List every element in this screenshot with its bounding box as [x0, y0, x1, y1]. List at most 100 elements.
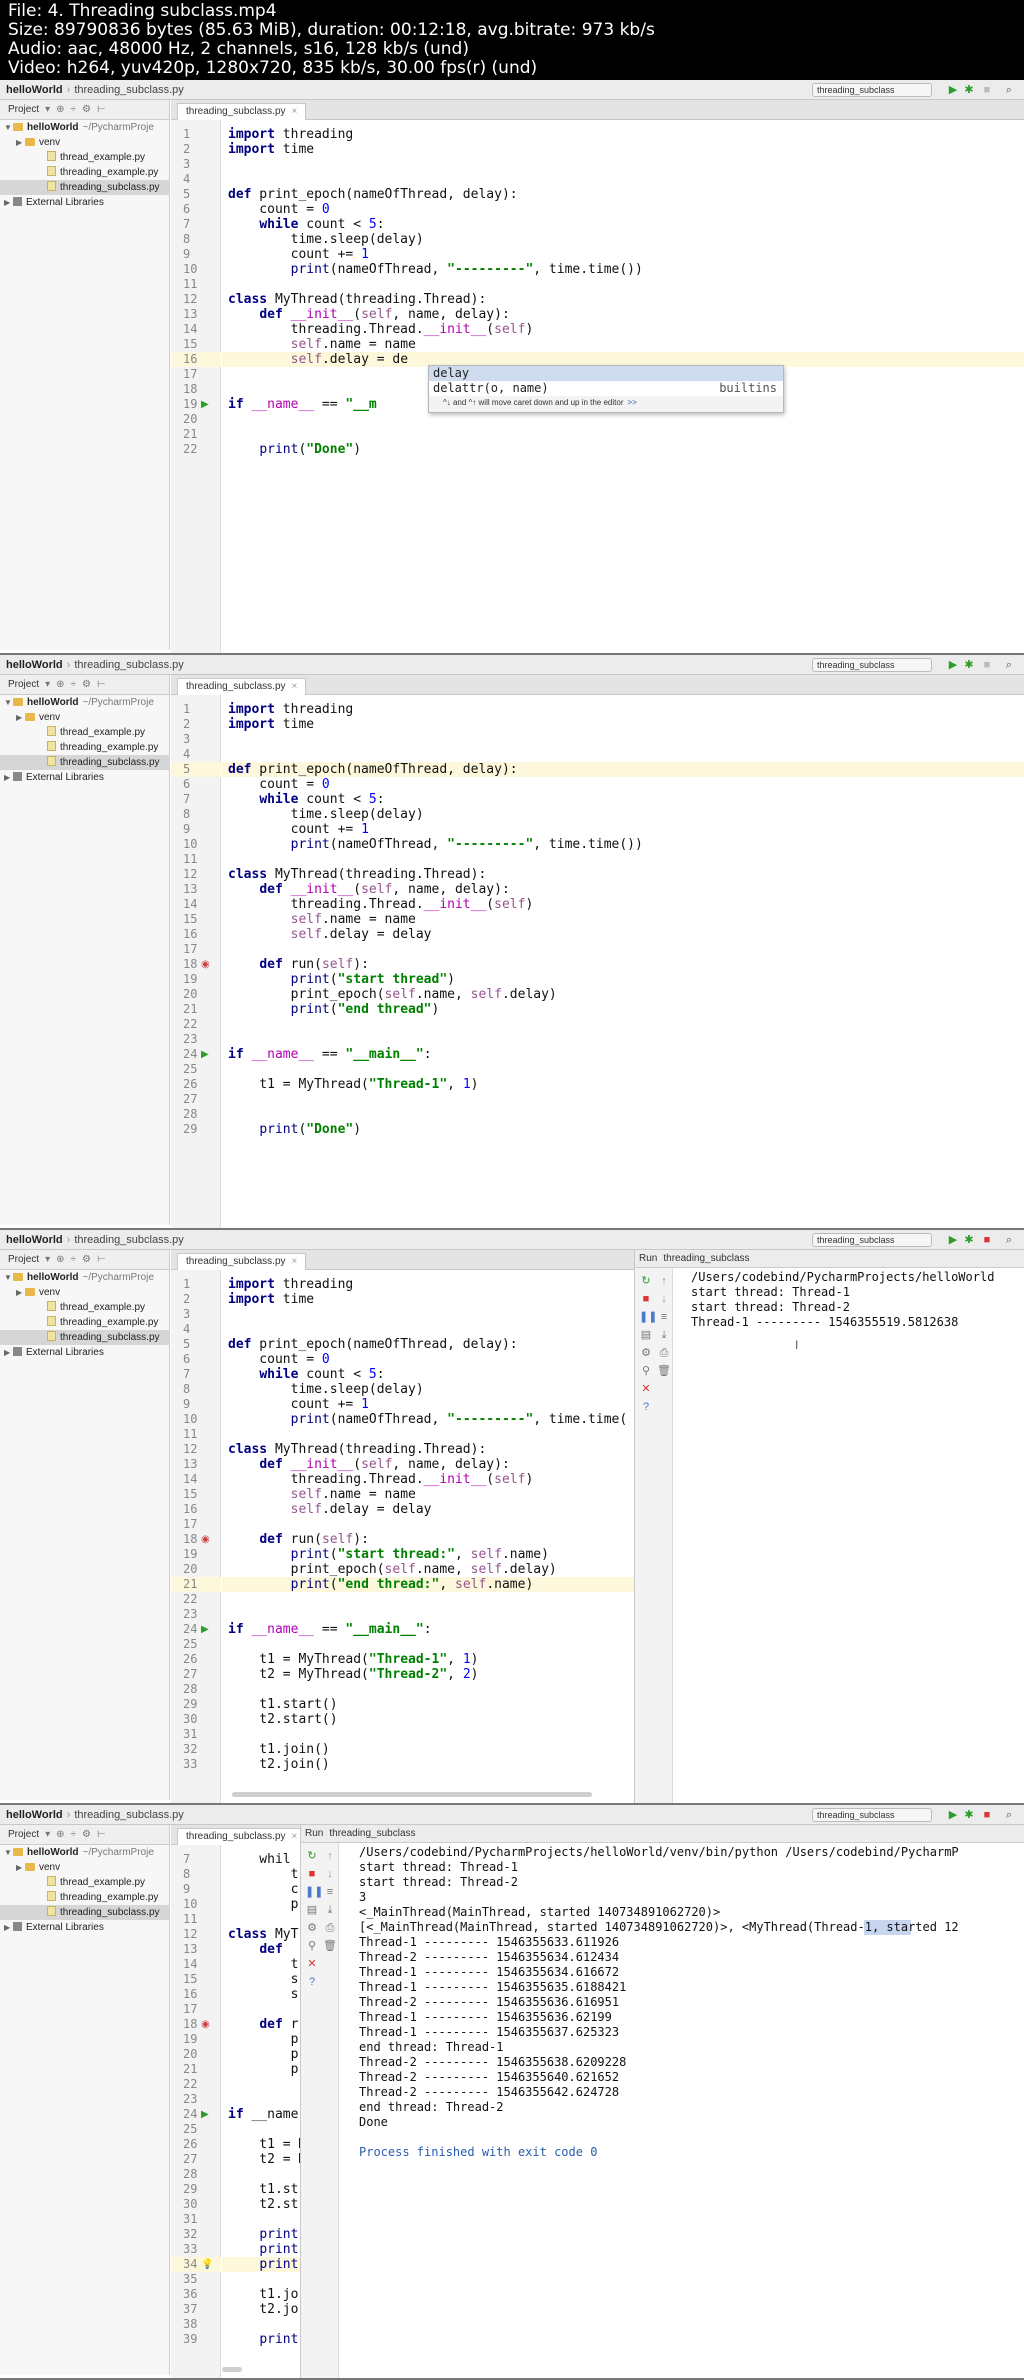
dropdown-icon[interactable]: ▾ — [45, 1829, 50, 1840]
run-icon[interactable]: ▶ — [946, 83, 960, 97]
tree-root[interactable]: ▼ helloWorld ~/PycharmProje — [0, 120, 170, 135]
rerun-icon[interactable]: ↻ — [305, 1849, 319, 1863]
soft-wrap-icon[interactable]: ≡ — [657, 1310, 671, 1324]
autocomplete-hint-link[interactable]: >> — [628, 398, 637, 407]
tree-root[interactable]: ▼ helloWorld ~/PycharmProje — [0, 695, 170, 710]
tree-item-external-libraries[interactable]: ▶ External Libraries — [0, 1345, 170, 1360]
code-editor[interactable]: import threading import time def print_epo… — [222, 1270, 634, 1803]
tree-item-venv[interactable]: ▶ venv — [0, 710, 170, 725]
expand-arrow-icon[interactable]: ▶ — [4, 770, 13, 785]
tree-item-threading-example[interactable]: threading_example.py — [0, 1315, 170, 1330]
close-tab-icon[interactable]: × — [292, 681, 298, 692]
debug-icon[interactable]: ✱ — [962, 83, 976, 97]
tree-item-venv[interactable]: ▶ venv — [0, 1860, 170, 1875]
scroll-up-icon[interactable]: ↑ — [657, 1274, 671, 1288]
rerun-icon[interactable]: ↻ — [639, 1274, 653, 1288]
run-gutter-icon[interactable]: ▶ — [201, 1622, 209, 1637]
tree-item-threading-subclass[interactable]: threading_subclass.py — [0, 1905, 170, 1920]
project-panel-label[interactable]: Project — [8, 1254, 39, 1265]
gear-icon[interactable]: ⚙ — [82, 1254, 91, 1265]
stop-icon[interactable]: ■ — [980, 83, 994, 97]
editor-horizontal-scrollbar[interactable] — [232, 1792, 592, 1797]
breadcrumb-project[interactable]: helloWorld — [6, 1234, 63, 1246]
run-configuration-select[interactable]: threading_subclass — [812, 1233, 932, 1247]
project-panel-label[interactable]: Project — [8, 104, 39, 115]
help-icon[interactable]: ? — [639, 1400, 653, 1414]
dropdown-icon[interactable]: ▾ — [45, 679, 50, 690]
breadcrumb-project[interactable]: helloWorld — [6, 659, 63, 671]
close-tab-icon[interactable]: × — [292, 106, 298, 117]
tree-root[interactable]: ▼ helloWorld ~/PycharmProje — [0, 1845, 170, 1860]
tree-item-venv[interactable]: ▶ venv — [0, 135, 170, 150]
scroll-end-icon[interactable]: ⤓ — [657, 1328, 671, 1342]
run-icon[interactable]: ▶ — [946, 658, 960, 672]
run-icon[interactable]: ▶ — [946, 1808, 960, 1822]
hide-icon[interactable]: ⊢ — [97, 679, 106, 690]
tree-item-external-libraries[interactable]: ▶ External Libraries — [0, 1920, 170, 1935]
expand-arrow-icon[interactable]: ▼ — [4, 120, 13, 135]
sync-icon[interactable]: ⊕ — [56, 1254, 64, 1265]
dump-threads-icon[interactable]: ▤ — [305, 1903, 319, 1917]
dropdown-icon[interactable]: ▾ — [45, 104, 50, 115]
project-panel-label[interactable]: Project — [8, 679, 39, 690]
pause-icon[interactable]: ❚❚ — [639, 1310, 657, 1324]
help-icon[interactable]: ? — [305, 1975, 319, 1989]
run-gutter-icon[interactable]: ▶ — [201, 397, 209, 412]
run-gutter-icon[interactable]: ▶ — [201, 1047, 209, 1062]
run-configuration-select[interactable]: threading_subclass — [812, 1808, 932, 1822]
expand-arrow-icon[interactable]: ▶ — [16, 710, 25, 725]
autocomplete-item[interactable]: delay — [429, 366, 783, 381]
intention-bulb-icon[interactable]: 💡 — [201, 2257, 213, 2272]
debug-icon[interactable]: ✱ — [962, 1233, 976, 1247]
scroll-down-icon[interactable]: ↓ — [657, 1292, 671, 1306]
expand-arrow-icon[interactable]: ▶ — [4, 195, 13, 210]
hide-icon[interactable]: ⊢ — [97, 1829, 106, 1840]
run-gutter-icon[interactable]: ▶ — [201, 2107, 209, 2122]
trash-icon[interactable]: 🗑 — [657, 1364, 671, 1378]
override-gutter-icon[interactable]: ◉ — [201, 1532, 210, 1547]
tree-item-external-libraries[interactable]: ▶ External Libraries — [0, 195, 170, 210]
run-label[interactable]: Run — [639, 1253, 657, 1264]
pin-icon[interactable]: ⚲ — [639, 1364, 653, 1378]
soft-wrap-icon[interactable]: ≡ — [323, 1885, 337, 1899]
expand-arrow-icon[interactable]: ▼ — [4, 1270, 13, 1285]
settings-icon[interactable]: ⚙ — [639, 1346, 653, 1360]
hide-icon[interactable]: ⊢ — [97, 1254, 106, 1265]
override-gutter-icon[interactable]: ◉ — [201, 2017, 210, 2032]
tree-item-thread-example[interactable]: thread_example.py — [0, 1300, 170, 1315]
debug-icon[interactable]: ✱ — [962, 658, 976, 672]
gear-icon[interactable]: ⚙ — [82, 679, 91, 690]
run-icon[interactable]: ▶ — [946, 1233, 960, 1247]
code-editor[interactable]: whil t c p class MyT def t s s def r p p … — [222, 1845, 300, 2378]
close-tab-icon[interactable]: × — [292, 1256, 298, 1267]
breadcrumb-project[interactable]: helloWorld — [6, 84, 63, 96]
gear-icon[interactable]: ⚙ — [82, 1829, 91, 1840]
hide-icon[interactable]: ⊢ — [97, 104, 106, 115]
close-tab-icon[interactable]: × — [292, 1831, 298, 1842]
run-configuration-select[interactable]: threading_subclass — [812, 658, 932, 672]
search-icon[interactable]: ⌕ — [1002, 1233, 1016, 1247]
pin-icon[interactable]: ⚲ — [305, 1939, 319, 1953]
search-icon[interactable]: ⌕ — [1002, 1808, 1016, 1822]
override-gutter-icon[interactable]: ◉ — [201, 957, 210, 972]
collapse-icon[interactable]: ÷ — [71, 1829, 77, 1840]
print-icon[interactable]: ⎙ — [323, 1921, 337, 1935]
tree-root[interactable]: ▼ helloWorld ~/PycharmProje — [0, 1270, 170, 1285]
trash-icon[interactable]: 🗑 — [323, 1939, 337, 1953]
search-icon[interactable]: ⌕ — [1002, 658, 1016, 672]
tree-item-thread-example[interactable]: thread_example.py — [0, 725, 170, 740]
settings-icon[interactable]: ⚙ — [305, 1921, 319, 1935]
scroll-end-icon[interactable]: ⤓ — [323, 1903, 337, 1917]
expand-arrow-icon[interactable]: ▼ — [4, 1845, 13, 1860]
code-editor[interactable]: import threading import time def print_epo… — [222, 695, 1024, 1228]
sync-icon[interactable]: ⊕ — [56, 679, 64, 690]
collapse-icon[interactable]: ÷ — [71, 679, 77, 690]
scroll-down-icon[interactable]: ↓ — [323, 1867, 337, 1881]
close-run-icon[interactable]: ✕ — [305, 1957, 319, 1971]
run-configuration-select[interactable]: threading_subclass — [812, 83, 932, 97]
project-panel-label[interactable]: Project — [8, 1829, 39, 1840]
gear-icon[interactable]: ⚙ — [82, 104, 91, 115]
search-icon[interactable]: ⌕ — [1002, 83, 1016, 97]
stop-icon[interactable]: ■ — [980, 1233, 994, 1247]
scroll-up-icon[interactable]: ↑ — [323, 1849, 337, 1863]
